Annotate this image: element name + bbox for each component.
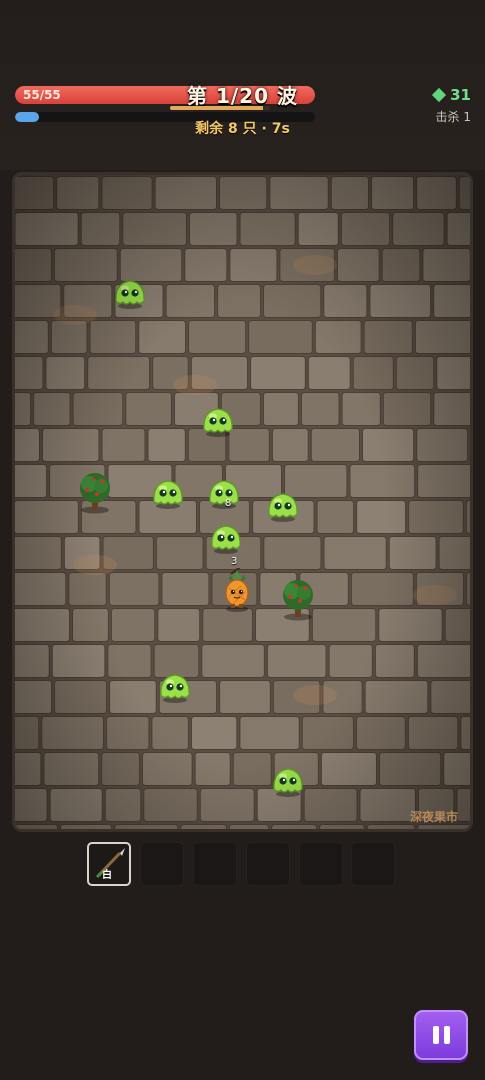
bush-tree-obstacle	[283, 580, 313, 621]
xp-bar-fill	[15, 112, 39, 122]
damage-number: 8	[225, 498, 232, 509]
wave-progress-fill	[170, 106, 263, 110]
pause-button[interactable]	[414, 1010, 468, 1060]
slime-enemy	[115, 280, 145, 309]
zone-label: 深夜果市	[409, 810, 458, 824]
kill-counter: 击杀 1	[435, 110, 471, 124]
wave-title: 第 1/20 波	[187, 84, 298, 108]
weapon-slot-6[interactable]	[351, 842, 395, 886]
slime-enemy	[209, 480, 239, 509]
hp-text: 55/55	[23, 88, 61, 102]
bush-tree-obstacle	[80, 473, 110, 514]
weapon-slot-5[interactable]	[299, 842, 343, 886]
slime-enemy	[268, 493, 298, 522]
slime-enemy	[160, 674, 190, 703]
weapon-slot-1[interactable]: 白	[87, 842, 131, 886]
gem-icon	[432, 87, 447, 103]
pineapple-hero-player	[225, 568, 249, 612]
damage-number: 3	[231, 556, 238, 567]
weapon-slot-3[interactable]	[193, 842, 237, 886]
remaining-enemies-timer: 剩余 8 只 · 7s	[195, 121, 290, 137]
gem-count: 31	[450, 86, 471, 104]
gem-counter: 31	[432, 86, 471, 104]
slime-enemy	[211, 525, 241, 554]
slime-enemy	[203, 408, 233, 437]
slime-enemy	[153, 480, 183, 509]
weapon-slot-4[interactable]	[246, 842, 290, 886]
weapon-tier-label: 白	[102, 870, 112, 881]
slime-enemy	[273, 768, 303, 797]
battle-arena[interactable]: 8 3 深夜果市	[12, 172, 473, 832]
weapon-slot-2[interactable]	[140, 842, 184, 886]
wave-progress-bar	[170, 106, 270, 110]
